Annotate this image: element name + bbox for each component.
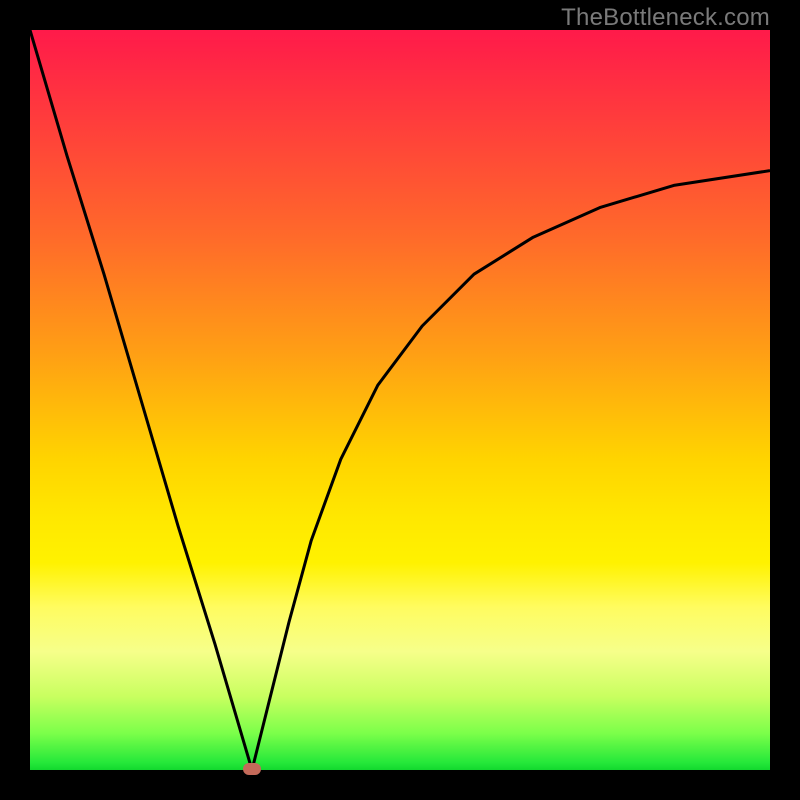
v-curve: [30, 30, 770, 770]
curve-layer: [30, 30, 770, 770]
plot-area: [30, 30, 770, 770]
optimal-marker: [243, 763, 261, 775]
chart-frame: TheBottleneck.com: [0, 0, 800, 800]
watermark-text: TheBottleneck.com: [561, 4, 770, 32]
